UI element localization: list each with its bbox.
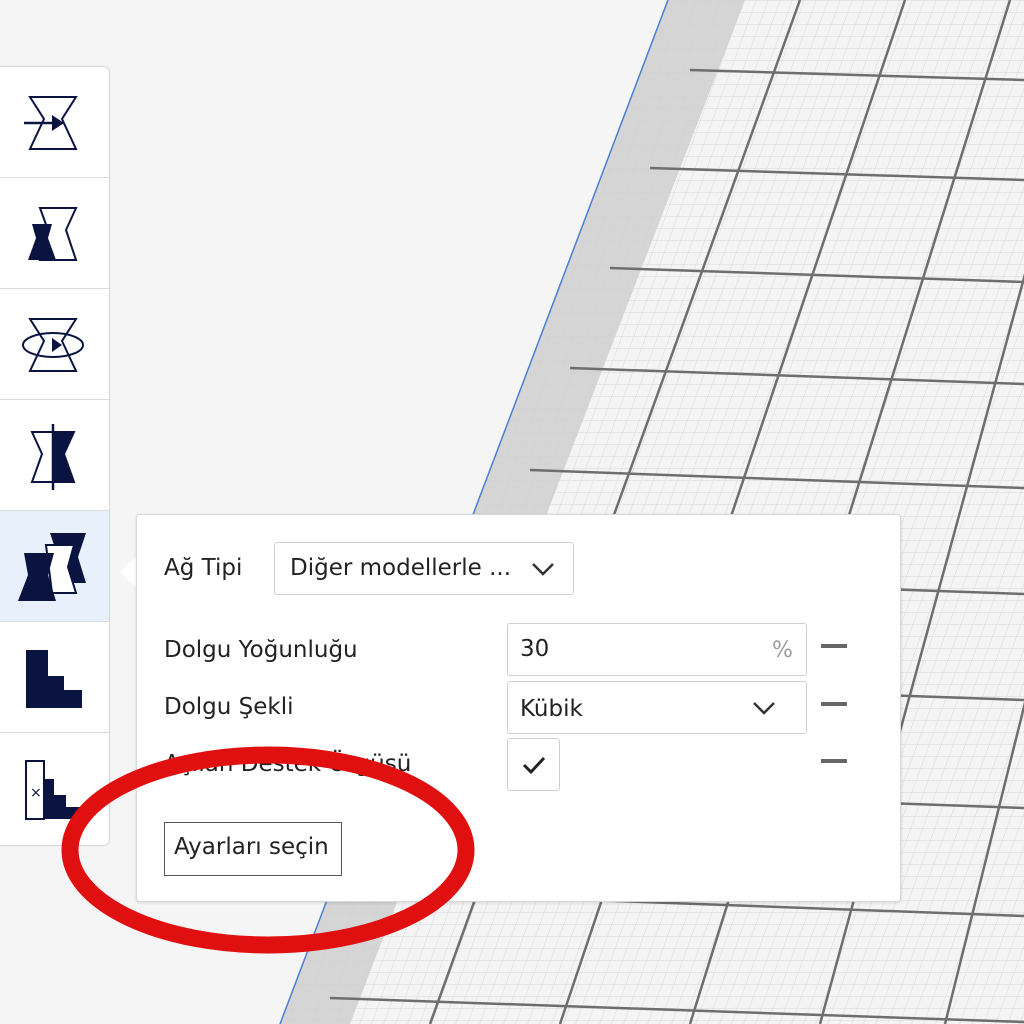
scale-icon <box>28 207 78 261</box>
infill-density-label: Dolgu Yoğunluğu <box>164 637 358 663</box>
mesh-type-label: Ağ Tipi <box>164 555 243 581</box>
remove-support-button[interactable]: × <box>0 733 109 844</box>
select-settings-button[interactable]: Ayarları seçin <box>164 822 342 876</box>
rotate-icon <box>22 318 84 372</box>
mesh-type-value: Diğer modellerle ... <box>290 555 512 581</box>
rotate-tool-button[interactable] <box>0 289 109 400</box>
per-model-settings-button[interactable] <box>0 511 109 622</box>
chevron-down-icon <box>753 702 775 715</box>
support-mesh-label: Açılan Destek Örgüsü <box>164 751 412 777</box>
mirror-icon <box>30 424 76 490</box>
support-blocker-button[interactable] <box>0 622 109 733</box>
infill-pattern-dropdown[interactable]: Kübik <box>507 681 807 734</box>
remove-support-mesh-button[interactable] <box>821 759 847 763</box>
move-tool-button[interactable] <box>0 67 109 178</box>
remove-infill-density-button[interactable] <box>821 644 847 648</box>
support-mesh-checkbox[interactable] <box>507 738 560 791</box>
mirror-tool-button[interactable] <box>0 400 109 511</box>
checkmark-icon <box>522 756 546 775</box>
infill-pattern-label: Dolgu Şekli <box>164 694 294 720</box>
percent-unit: % <box>772 638 793 663</box>
remove-infill-pattern-button[interactable] <box>821 702 847 706</box>
chevron-down-icon <box>532 563 554 576</box>
infill-density-value: 30 <box>520 636 550 662</box>
mesh-type-dropdown[interactable]: Diğer modellerle ... <box>274 542 574 595</box>
infill-density-input[interactable]: 30 % <box>507 623 807 676</box>
support-blocker-icon <box>26 650 82 708</box>
remove-support-icon: × <box>25 760 82 820</box>
infill-pattern-value: Kübik <box>520 696 583 722</box>
scale-tool-button[interactable] <box>0 178 109 289</box>
svg-text:×: × <box>30 785 42 801</box>
popup-pointer <box>120 556 137 588</box>
tool-panel: × <box>0 66 110 846</box>
per-model-settings-icon <box>18 533 86 601</box>
move-icon <box>24 96 78 150</box>
